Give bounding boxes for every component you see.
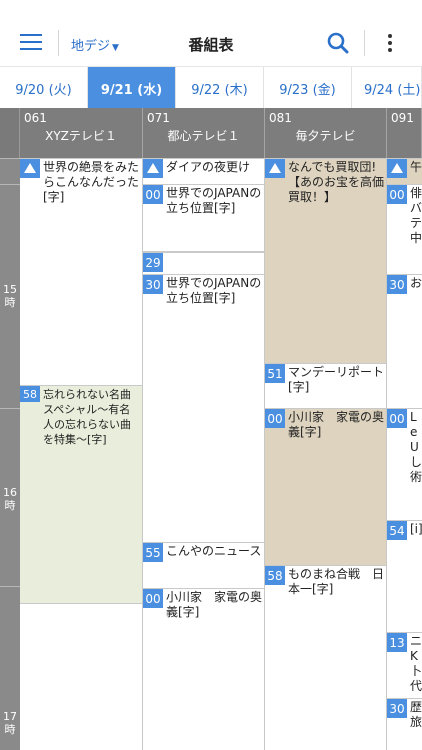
- channel-column: 午 00 俳バテ中 30 お 00 LeUし術 54 [i] 13 ニK卜代 3…: [387, 158, 422, 750]
- date-tab[interactable]: 9/20 (火): [0, 67, 88, 109]
- program-title: なんでも買取団!【あのお宝を高価買取！】: [288, 160, 385, 204]
- start-minute: 00: [143, 185, 163, 204]
- program-cell[interactable]: ダイアの夜更け: [143, 158, 264, 184]
- channel-number: 091: [391, 111, 414, 125]
- hour-segment: 16 時: [0, 408, 20, 586]
- start-minute: 00: [143, 589, 163, 608]
- continued-arrow-icon: [265, 159, 285, 178]
- program-cell[interactable]: 58 ものまね合戦 日本一[字]: [265, 565, 386, 750]
- channel-column: ダイアの夜更け 00 世界でのJAPANの立ち位置[字] 29 30 世界でのJ…: [143, 158, 265, 750]
- program-cell[interactable]: [20, 603, 142, 750]
- program-title: 忘れられない名曲スペシャル〜有名人の忘れらない曲を特集〜[字]: [43, 388, 131, 446]
- channel-name: 都心テレビ１: [167, 129, 240, 143]
- program-cell[interactable]: 30 世界でのJAPANの立ち位置[字]: [143, 274, 264, 542]
- program-title: [i]: [410, 522, 422, 536]
- program-cell[interactable]: 55 こんやのニュース: [143, 542, 264, 588]
- start-minute: 00: [387, 409, 407, 428]
- program-cell[interactable]: 00 小川家 家電の奥義[字]: [143, 588, 264, 750]
- program-title: 歴旅: [410, 700, 422, 729]
- program-cell[interactable]: 29: [143, 252, 264, 274]
- program-title: 世界でのJAPANの立ち位置[字]: [166, 276, 262, 305]
- channel-header[interactable]: 091: [387, 108, 422, 158]
- program-cell[interactable]: 58 忘れられない名曲スペシャル〜有名人の忘れらない曲を特集〜[字]: [20, 385, 142, 603]
- start-minute: 30: [387, 275, 407, 294]
- continued-arrow-icon: [143, 159, 163, 178]
- program-title: 世界でのJAPANの立ち位置[字]: [166, 186, 262, 215]
- channel-header[interactable]: 071 都心テレビ１: [143, 108, 265, 158]
- start-minute: 13: [387, 633, 407, 652]
- program-title: お: [410, 276, 422, 290]
- date-tabs: 9/20 (火) 9/21 (水) 9/22 (木) 9/23 (金) 9/24…: [0, 66, 422, 109]
- hour-segment: 15 時: [0, 184, 20, 408]
- program-cell[interactable]: 54 [i]: [387, 520, 422, 632]
- start-minute: 51: [265, 364, 285, 383]
- hour-label: 16 時: [3, 486, 17, 512]
- start-minute: 30: [387, 699, 407, 718]
- hour-segment: [0, 158, 20, 184]
- program-cell[interactable]: 00 世界でのJAPANの立ち位置[字]: [143, 184, 264, 251]
- continued-arrow-icon: [387, 159, 407, 178]
- header-corner: [0, 108, 20, 158]
- search-icon[interactable]: [327, 32, 349, 54]
- start-minute: 58: [265, 566, 285, 585]
- program-cell[interactable]: 午: [387, 158, 422, 184]
- program-title: 俳バテ中: [410, 186, 422, 245]
- program-title: 世界の絶景をみたらこんなんだった[字]: [43, 160, 140, 204]
- start-minute: 30: [143, 275, 163, 294]
- time-axis: 15 時 16 時 17 時: [0, 158, 20, 750]
- program-title: LeUし術: [410, 410, 422, 484]
- page-title: 番組表: [188, 36, 234, 54]
- program-cell[interactable]: 00 小川家 家電の奥義[字]: [265, 408, 386, 565]
- start-minute: 54: [387, 521, 407, 540]
- channel-number: 071: [147, 111, 170, 125]
- program-title: 午: [410, 160, 422, 174]
- date-tab[interactable]: 9/22 (木): [176, 67, 264, 109]
- channel-name: XYZテレビ１: [45, 129, 117, 143]
- start-minute: 29: [143, 253, 163, 272]
- channel-header[interactable]: 081 毎夕テレビ: [265, 108, 387, 158]
- date-tab[interactable]: 9/24 (土): [352, 67, 422, 109]
- divider: [364, 30, 365, 56]
- program-cell[interactable]: 13 ニK卜代: [387, 632, 422, 698]
- date-tab-selected[interactable]: 9/21 (水): [88, 67, 176, 109]
- channel-number: 081: [269, 111, 292, 125]
- app-bar: 地デジ ▼ 番組表: [0, 0, 422, 66]
- start-minute: 55: [143, 543, 163, 562]
- channel-column: 世界の絶景をみたらこんなんだった[字] 58 忘れられない名曲スペシャル〜有名人…: [20, 158, 143, 750]
- program-cell[interactable]: 30 歴旅: [387, 698, 422, 750]
- program-cell[interactable]: 00 俳バテ中: [387, 184, 422, 274]
- program-cell[interactable]: なんでも買取団!【あのお宝を高価買取！】: [265, 158, 386, 363]
- program-title: マンデーリポート[字]: [288, 365, 385, 394]
- program-title: ダイアの夜更け: [166, 160, 251, 174]
- program-title: 小川家 家電の奥義[字]: [166, 590, 263, 619]
- program-title: こんやのニュース: [166, 544, 262, 558]
- channel-number: 061: [24, 111, 47, 125]
- continued-arrow-icon: [20, 159, 40, 178]
- date-tab[interactable]: 9/23 (金): [264, 67, 352, 109]
- program-cell[interactable]: 世界の絶景をみたらこんなんだった[字]: [20, 158, 142, 385]
- hour-label: 17 時: [3, 710, 17, 736]
- program-cell[interactable]: 00 LeUし術: [387, 408, 422, 520]
- program-cell[interactable]: 51 マンデーリポート[字]: [265, 363, 386, 408]
- start-minute: 00: [387, 185, 407, 204]
- program-title: ニK卜代: [410, 634, 422, 693]
- channel-header[interactable]: 061 XYZテレビ１: [20, 108, 143, 158]
- hour-label: 15 時: [3, 283, 17, 309]
- start-minute: 58: [20, 386, 40, 402]
- program-title: 小川家 家電の奥義[字]: [288, 410, 385, 439]
- program-title: ものまね合戦 日本一[字]: [288, 567, 385, 596]
- channel-name: 毎夕テレビ: [295, 129, 356, 143]
- hour-segment: 17 時: [0, 586, 20, 750]
- start-minute: 00: [265, 409, 285, 428]
- program-cell[interactable]: 30 お: [387, 274, 422, 408]
- channel-column: なんでも買取団!【あのお宝を高価買取！】 51 マンデーリポート[字] 00 小…: [265, 158, 387, 750]
- more-vert-icon[interactable]: [386, 33, 394, 53]
